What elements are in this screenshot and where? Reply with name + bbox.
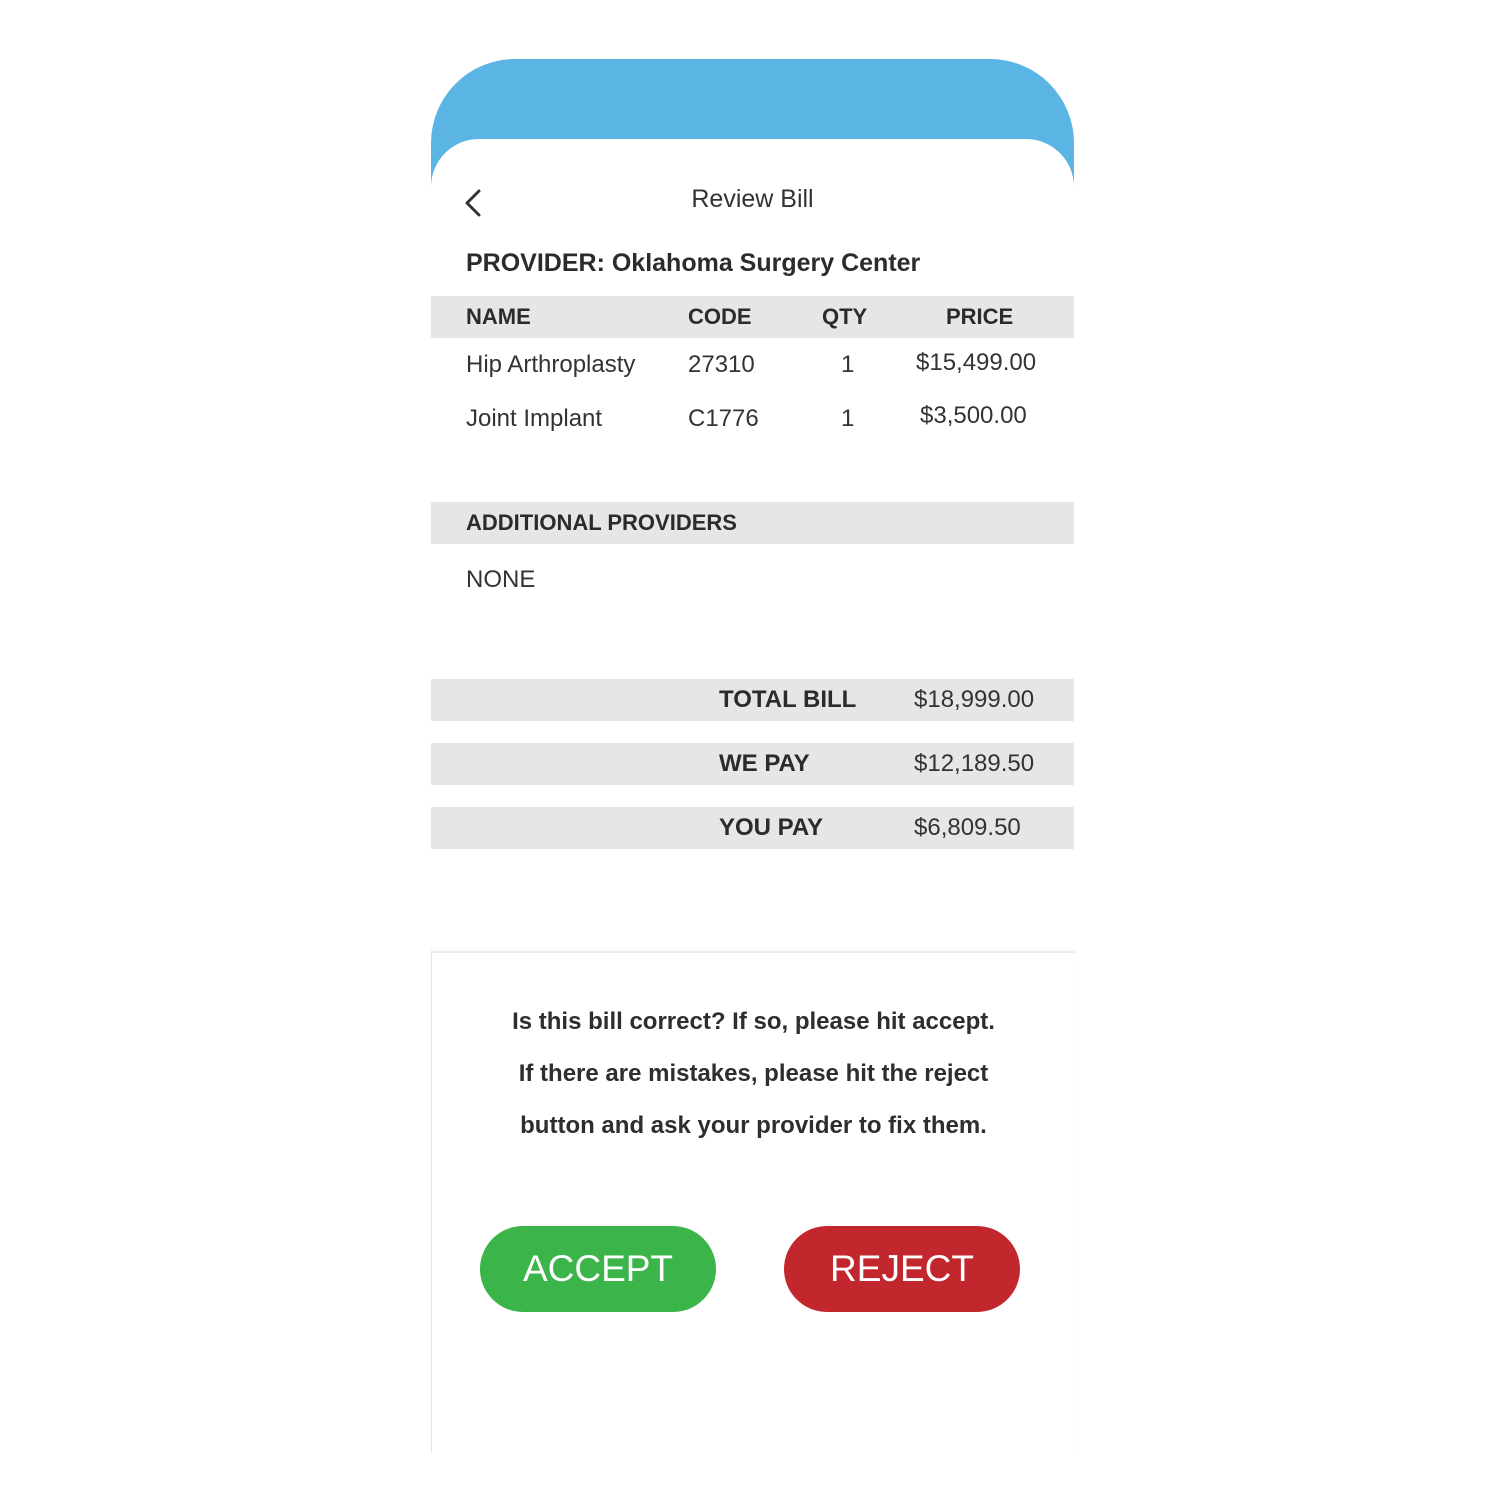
additional-providers-value: NONE xyxy=(466,566,536,593)
you-pay-row: YOU PAY $6,809.50 xyxy=(431,807,1074,849)
table-header: NAME CODE QTY PRICE xyxy=(431,296,1074,338)
we-pay-row: WE PAY $12,189.50 xyxy=(431,743,1074,785)
column-header-price: PRICE xyxy=(946,304,1014,329)
confirm-panel: Is this bill correct? If so, please hit … xyxy=(431,951,1075,1453)
accept-button[interactable]: ACCEPT xyxy=(480,1226,716,1312)
you-pay-label: YOU PAY xyxy=(719,814,824,841)
reject-button[interactable]: REJECT xyxy=(784,1226,1020,1312)
item-qty: 1 xyxy=(841,351,855,378)
item-code: 27310 xyxy=(688,351,755,378)
item-code: C1776 xyxy=(688,405,759,432)
column-header-name: NAME xyxy=(466,304,531,329)
item-price: $3,500.00 xyxy=(920,402,1027,429)
column-header-code: CODE xyxy=(688,304,752,329)
item-price: $15,499.00 xyxy=(916,349,1037,376)
item-qty: 1 xyxy=(841,405,855,432)
provider-label: PROVIDER: Oklahoma Surgery Center xyxy=(466,249,921,277)
confirm-message-line-3: button and ask your provider to fix them… xyxy=(520,1112,987,1139)
confirm-message-line-2: If there are mistakes, please hit the re… xyxy=(518,1060,989,1087)
item-name: Hip Arthroplasty xyxy=(466,351,636,378)
phone-frame: Review Bill PROVIDER: Oklahoma Surgery C… xyxy=(431,59,1075,1453)
we-pay-value: $12,189.50 xyxy=(914,750,1035,777)
additional-providers-header: ADDITIONAL PROVIDERS xyxy=(431,502,1074,544)
you-pay-value: $6,809.50 xyxy=(914,814,1021,841)
total-bill-value: $18,999.00 xyxy=(914,686,1035,713)
column-header-qty: QTY xyxy=(822,304,868,329)
total-bill-label: TOTAL BILL xyxy=(719,686,857,713)
review-bill-screen: Review Bill PROVIDER: Oklahoma Surgery C… xyxy=(431,139,1075,1453)
additional-providers-heading: ADDITIONAL PROVIDERS xyxy=(466,510,737,535)
we-pay-label: WE PAY xyxy=(719,750,810,777)
item-name: Joint Implant xyxy=(466,405,603,432)
confirm-message-line-1: Is this bill correct? If so, please hit … xyxy=(512,1008,995,1035)
page-title: Review Bill xyxy=(691,185,814,213)
total-bill-row: TOTAL BILL $18,999.00 xyxy=(431,679,1074,721)
